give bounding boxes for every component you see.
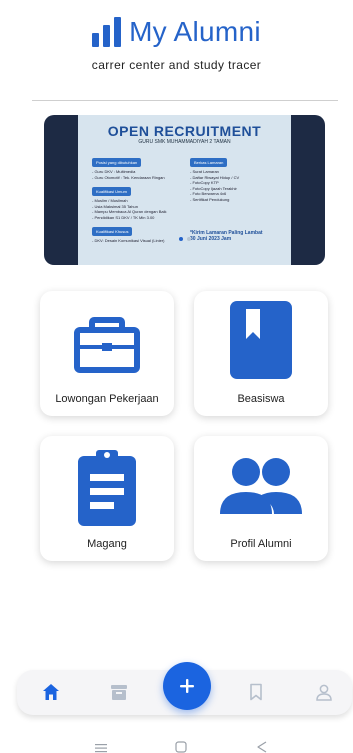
banner-line: - Sertifikat Pendukung: [190, 196, 230, 202]
profile-icon: [316, 684, 332, 701]
banner-line: - Pendidikan S1 DKV / TK Min 3.00: [92, 214, 155, 220]
add-button[interactable]: [163, 662, 211, 710]
clipboard-icon: [66, 444, 148, 526]
banner-poster: OPEN RECRUITMENT GURU SMK MUHAMMADIYAH 2…: [78, 115, 291, 265]
banner-pagination: [44, 237, 325, 241]
home-icon: [43, 684, 59, 700]
menu-card-label: Magang: [87, 538, 127, 550]
back-icon[interactable]: [256, 740, 268, 753]
banner-title: OPEN RECRUITMENT: [107, 123, 262, 139]
banner-subtitle: GURU SMK MUHAMMADIYAH 2 TAMAN: [138, 139, 231, 145]
recruitment-banner[interactable]: OPEN RECRUITMENT GURU SMK MUHAMMADIYAH 2…: [44, 115, 325, 265]
app-header: My Alumni carrer center and study tracer: [0, 16, 353, 72]
nav-archive-button[interactable]: [107, 680, 131, 704]
app-title: My Alumni: [129, 16, 261, 47]
book-icon: [220, 299, 302, 381]
nav-bookmark-button[interactable]: [244, 680, 268, 704]
bar-chart-icon: [92, 17, 122, 47]
menu-icon[interactable]: [95, 740, 107, 753]
banner-section-heading: Berkas Lamaran: [190, 158, 228, 167]
banner-section-heading: Kualifikasi Umum: [92, 187, 131, 196]
logo: My Alumni: [0, 16, 353, 48]
menu-card-lowongan[interactable]: Lowongan Pekerjaan: [40, 291, 174, 416]
menu-card-beasiswa[interactable]: Beasiswa: [194, 291, 328, 416]
menu-card-label: Beasiswa: [237, 393, 285, 405]
menu-card-magang[interactable]: Magang: [40, 436, 174, 561]
menu-card-label: Lowongan Pekerjaan: [55, 393, 159, 405]
banner-left-column: Posisi yang dibutuhkan - Guru DKV : Mult…: [92, 151, 180, 244]
home-square-icon[interactable]: [175, 740, 187, 753]
menu-card-profil[interactable]: Profil Alumni: [194, 436, 328, 561]
banner-section-heading: Posisi yang dibutuhkan: [92, 158, 142, 167]
briefcase-icon: [66, 299, 148, 381]
nav-home-button[interactable]: [39, 680, 63, 704]
menu-card-label: Profil Alumni: [230, 538, 292, 550]
bookmark-icon: [250, 683, 262, 701]
app-subtitle: carrer center and study tracer: [91, 58, 262, 72]
divider: [32, 100, 338, 101]
archive-icon: [111, 685, 127, 700]
banner-line: - Guru Otomotif : Tek. Kendaraan Ringan: [92, 174, 165, 180]
banner-section-heading: Kualifikasi Khusus: [92, 227, 133, 236]
group-icon: [220, 444, 302, 526]
nav-profile-button[interactable]: [312, 680, 336, 704]
system-navigation-bar: [0, 735, 353, 753]
pagination-dot[interactable]: [186, 237, 191, 241]
pagination-dot[interactable]: [178, 237, 183, 241]
banner-right-column: Berkas Lamaran - Surat Lamaran - Daftar …: [190, 151, 278, 202]
add-icon: [180, 679, 194, 693]
